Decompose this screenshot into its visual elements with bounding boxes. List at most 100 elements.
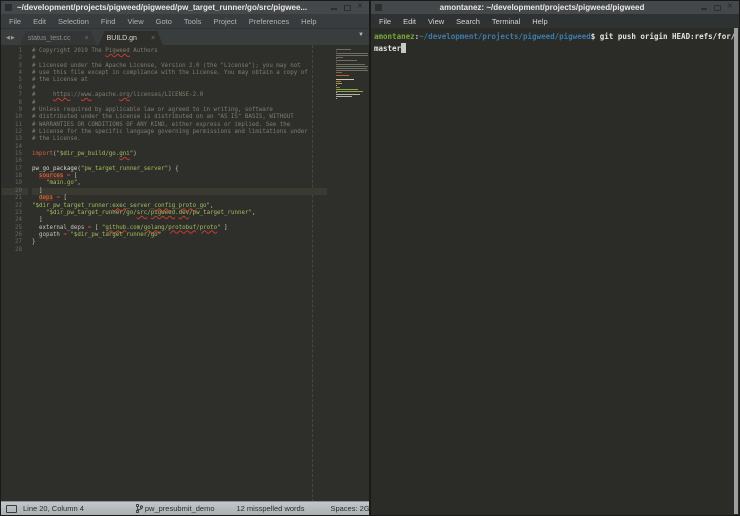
line-number: 20 [2, 188, 28, 195]
line-number: 23 [2, 210, 28, 217]
code-line: # WARRANTIES OR CONDITIONS OF ANY KIND, … [32, 122, 327, 129]
menu-item-edit[interactable]: Edit [397, 17, 422, 26]
vintage-mode-icon [6, 505, 17, 513]
minimap-line [336, 70, 368, 71]
tabs-container: status_test.cc×BUILD.gn× [20, 31, 165, 45]
cursor-position[interactable]: Line 20, Column 4 [23, 504, 84, 513]
window-menu-icon[interactable] [5, 4, 12, 11]
menu-item-goto[interactable]: Goto [150, 17, 178, 26]
line-number-gutter: 1234567891011121314151617181920212223242… [2, 48, 28, 254]
line-number: 11 [2, 122, 28, 129]
code-line: gopath = "$dir_pw_target_runner/go" [32, 232, 327, 239]
desktop: ~/development/projects/pigweed/pigweed/p… [0, 0, 740, 516]
minimap-line [336, 55, 368, 56]
tab-nav-arrows-icon[interactable]: ◀▶ [6, 35, 16, 41]
editor-menubar: FileEditSelectionFindViewGotoToolsProjec… [1, 14, 369, 29]
line-number: 16 [2, 158, 28, 165]
code-line: # [32, 55, 327, 62]
menu-item-file[interactable]: File [1, 17, 27, 26]
tab-status-test-cc[interactable]: status_test.cc × [20, 31, 97, 45]
code-line: # Copyright 2019 The Pigweed Authors [32, 48, 327, 55]
editor-titlebar[interactable]: ~/development/projects/pigweed/pigweed/p… [1, 1, 369, 14]
menu-item-selection[interactable]: Selection [52, 17, 95, 26]
minimap-line [336, 83, 342, 84]
close-icon[interactable] [725, 3, 736, 12]
tab-build-gn[interactable]: BUILD.gn× [99, 31, 163, 45]
line-number: 18 [2, 173, 28, 180]
indentation-setting[interactable]: Spaces: 2 [330, 504, 363, 513]
tab-label: status_test.cc [28, 35, 71, 42]
code-line [32, 247, 327, 254]
menu-item-edit[interactable]: Edit [27, 17, 52, 26]
menu-item-help[interactable]: Help [295, 17, 322, 26]
line-number: 2 [2, 55, 28, 62]
menu-item-project[interactable]: Project [207, 17, 242, 26]
code-line: # https://www.apache.org/licenses/LICENS… [32, 92, 327, 99]
terminal-scrollbar[interactable] [734, 28, 738, 514]
minimap-line [336, 85, 337, 86]
terminal-window-title: amontanez: ~/development/projects/pigwee… [387, 3, 697, 12]
terminal-titlebar[interactable]: amontanez: ~/development/projects/pigwee… [371, 1, 739, 14]
maximize-icon[interactable] [342, 3, 353, 12]
code-line: # the License at [32, 77, 327, 84]
prompt-dollar: $ [591, 32, 600, 41]
line-number: 1 [2, 48, 28, 55]
misspelled-words-count[interactable]: 12 misspelled words [237, 504, 305, 513]
minimize-icon[interactable] [699, 3, 710, 12]
minimize-icon[interactable] [329, 3, 340, 12]
menu-item-preferences[interactable]: Preferences [243, 17, 295, 26]
git-branch-icon [136, 504, 143, 513]
terminal-window: amontanez: ~/development/projects/pigwee… [370, 0, 740, 516]
code-text-area[interactable]: # Copyright 2019 The Pigweed Authors## L… [28, 48, 327, 254]
menu-item-terminal[interactable]: Terminal [486, 17, 526, 26]
code-line: pw_go_package("pw_target_runner_server")… [32, 166, 327, 173]
line-number: 14 [2, 144, 28, 151]
code-line: ] [32, 188, 327, 195]
line-number: 8 [2, 100, 28, 107]
code-line: "$dir_pw_target_runner/go/src/pigweed.de… [32, 210, 327, 217]
code-line: "main.go", [32, 180, 327, 187]
tab-close-icon[interactable]: × [151, 35, 155, 42]
close-icon[interactable] [355, 3, 366, 12]
menu-item-file[interactable]: File [371, 17, 397, 26]
editor-statusbar: Line 20, Column 4 pw_presubmit_demo 12 m… [1, 501, 369, 515]
menu-item-search[interactable]: Search [450, 17, 486, 26]
terminal-screen[interactable]: amontanez:~/development/projects/pigweed… [372, 28, 738, 514]
line-number: 25 [2, 225, 28, 232]
code-line: import("$dir_pw_build/go.gni") [32, 151, 327, 158]
code-line: # [32, 85, 327, 92]
line-number: 10 [2, 114, 28, 121]
code-line: sources = [ [32, 173, 327, 180]
window-menu-icon[interactable] [375, 4, 382, 11]
line-number: 5 [2, 77, 28, 84]
menu-item-help[interactable]: Help [526, 17, 553, 26]
tab-overflow-icon[interactable]: ▼ [358, 32, 364, 38]
code-editor[interactable]: 1234567891011121314151617181920212223242… [2, 45, 368, 502]
git-branch-indicator[interactable]: pw_presubmit_demo [136, 504, 215, 513]
minimap[interactable] [336, 49, 368, 102]
terminal-command-wrap-line: master [374, 43, 738, 55]
line-number: 13 [2, 136, 28, 143]
minimap-line [336, 77, 368, 78]
command-text: git push origin HEAD:refs/for/ [600, 32, 735, 41]
tab-close-icon[interactable]: × [85, 35, 89, 42]
menu-item-view[interactable]: View [121, 17, 149, 26]
maximize-icon[interactable] [712, 3, 723, 12]
minimap-line [336, 53, 368, 54]
minimap-line [336, 91, 363, 92]
menu-item-view[interactable]: View [422, 17, 450, 26]
minimap-line [336, 92, 337, 93]
minimap-line [336, 60, 357, 61]
minimap-line [336, 100, 368, 101]
code-line: # [32, 100, 327, 107]
line-number: 4 [2, 70, 28, 77]
command-text-wrapped: master [374, 44, 401, 53]
code-line: # use this file except in compliance wit… [32, 70, 327, 77]
code-line: # License for the specific language gove… [32, 129, 327, 136]
minimap-line [336, 81, 341, 82]
line-number: 3 [2, 63, 28, 70]
menu-item-tools[interactable]: Tools [178, 17, 208, 26]
line-number: 17 [2, 166, 28, 173]
menu-item-find[interactable]: Find [95, 17, 122, 26]
minimap-line [336, 79, 354, 80]
